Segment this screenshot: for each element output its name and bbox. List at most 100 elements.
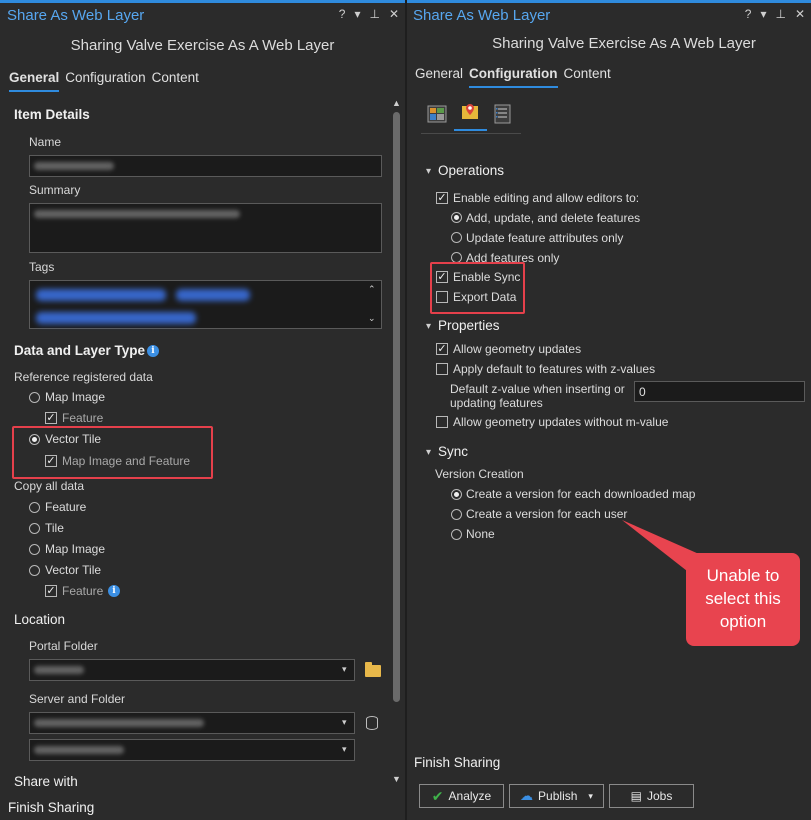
scrollbar-thumb[interactable] <box>393 112 400 702</box>
scroll-down-icon[interactable]: ▼ <box>392 774 401 784</box>
default-z-label-cont: updating features <box>450 396 543 410</box>
chevron-down-icon[interactable]: ▾ <box>342 664 347 675</box>
tab-configuration[interactable]: Configuration <box>65 70 145 92</box>
radio-copy-map-image[interactable] <box>29 544 40 555</box>
window-controls: ? ▾ ⊥ ✕ <box>339 7 399 21</box>
folder-icon[interactable] <box>365 662 381 677</box>
chevron-down-icon[interactable]: ▾ <box>588 791 593 802</box>
sync-heading: Sync <box>438 444 469 459</box>
right-titlebar: Share As Web Layer ? ▾ ⊥ ✕ <box>407 4 811 28</box>
copy-vector-tile-label: Vector Tile <box>45 563 102 577</box>
info-icon[interactable]: i <box>147 345 159 357</box>
portal-folder-select[interactable]: ▾ <box>29 659 355 681</box>
name-field[interactable] <box>29 155 382 177</box>
checkbox-enable-editing[interactable]: ✓ <box>436 192 448 204</box>
radio-version-none[interactable] <box>451 529 462 540</box>
pane-subtitle: Sharing Valve Exercise As A Web Layer <box>492 35 756 52</box>
left-share-pane: Share As Web Layer ? ▾ ⊥ ✕ Sharing Valve… <box>0 0 405 820</box>
server-select[interactable]: ▾ <box>29 712 355 734</box>
redacted-server <box>34 719 204 727</box>
redacted-name <box>34 162 114 170</box>
checkbox-allow-without-m[interactable] <box>436 416 448 428</box>
tab-general[interactable]: General <box>415 66 463 88</box>
pin-icon[interactable]: ⊥ <box>369 7 379 21</box>
radio-version-per-user[interactable] <box>451 509 462 520</box>
radio-version-per-map[interactable] <box>451 489 462 500</box>
tab-configuration[interactable]: Configuration <box>469 66 558 88</box>
server-folder-label: Server and Folder <box>29 692 126 706</box>
checkbox-ref-feature[interactable]: ✓ <box>45 412 57 424</box>
active-tool-underline <box>454 129 487 131</box>
publish-button[interactable]: ☁ Publish ▾ <box>509 784 604 808</box>
annotation-callout: Unable to select this option <box>686 553 800 646</box>
tags-label: Tags <box>29 260 55 274</box>
highlight-box <box>430 262 525 314</box>
chevron-down-icon[interactable]: ⌄ <box>368 313 376 324</box>
radio-copy-feature[interactable] <box>29 502 40 513</box>
help-icon[interactable]: ? <box>339 7 346 21</box>
ref-map-image-label: Map Image <box>45 390 106 404</box>
pin-icon[interactable]: ⊥ <box>775 7 785 21</box>
data-layer-type-heading: Data and Layer Type <box>14 343 146 358</box>
database-icon[interactable] <box>366 716 378 730</box>
help-icon[interactable]: ? <box>745 7 752 21</box>
tab-content[interactable]: Content <box>564 66 611 88</box>
close-icon[interactable]: ✕ <box>795 7 805 21</box>
left-titlebar: Share As Web Layer ? ▾ ⊥ ✕ <box>0 4 405 28</box>
chevron-down-icon[interactable]: ▾ <box>342 717 347 728</box>
allow-geometry-label: Allow geometry updates <box>453 342 582 356</box>
redacted-tag <box>176 289 250 301</box>
version-none-label: None <box>466 527 495 541</box>
copy-map-image-label: Map Image <box>45 542 106 556</box>
list-settings-icon[interactable] <box>492 103 514 125</box>
layers-icon[interactable] <box>426 103 448 125</box>
radio-update-attributes[interactable] <box>451 232 462 243</box>
radio-copy-tile[interactable] <box>29 523 40 534</box>
chevron-up-icon[interactable]: ⌃ <box>368 284 376 295</box>
summary-label: Summary <box>29 183 81 197</box>
chevron-down-icon[interactable]: ▾ <box>342 744 347 755</box>
radio-ref-map-image[interactable] <box>29 392 40 403</box>
feature-layer-icon[interactable] <box>459 101 481 123</box>
options-icon[interactable]: ▾ <box>760 7 766 21</box>
checkbox-allow-geometry[interactable]: ✓ <box>436 343 448 355</box>
radio-add-update-delete[interactable] <box>451 212 462 223</box>
scroll-up-icon[interactable]: ▲ <box>392 98 401 108</box>
tab-general[interactable]: General <box>9 70 60 92</box>
callout-line-1: Unable to <box>706 566 780 585</box>
default-z-input[interactable]: 0 <box>634 381 805 402</box>
chevron-down-icon[interactable]: ▾ <box>426 166 431 177</box>
options-icon[interactable]: ▾ <box>354 7 360 21</box>
finish-sharing-heading: Finish Sharing <box>414 755 501 770</box>
name-label: Name <box>29 135 62 149</box>
summary-field[interactable] <box>29 203 382 253</box>
jobs-button[interactable]: ▤ Jobs <box>609 784 694 808</box>
pane-accent-line <box>407 0 811 3</box>
radio-copy-vector-tile[interactable] <box>29 565 40 576</box>
callout-line-2: select this <box>705 589 781 608</box>
chevron-down-icon[interactable]: ▾ <box>426 447 431 458</box>
publish-label: Publish <box>538 789 578 803</box>
close-icon[interactable]: ✕ <box>389 7 399 21</box>
copy-feature-sub-label: Feature <box>62 584 104 598</box>
checkbox-copy-feature[interactable]: ✓ <box>45 585 57 597</box>
server-folder-select[interactable]: ▾ <box>29 739 355 761</box>
jobs-label: Jobs <box>646 789 673 803</box>
checkmark-icon: ✔ <box>431 787 444 804</box>
tab-bar: General Configuration Content <box>415 66 611 88</box>
checkbox-apply-default-z[interactable] <box>436 363 448 375</box>
analyze-button[interactable]: ✔ Analyze <box>419 784 504 808</box>
version-creation-label: Version Creation <box>435 467 524 481</box>
portal-folder-label: Portal Folder <box>29 639 98 653</box>
tab-bar: General Configuration Content <box>9 70 199 92</box>
pane-accent-line <box>0 0 405 3</box>
tab-content[interactable]: Content <box>152 70 199 92</box>
item-details-heading: Item Details <box>14 107 90 122</box>
chevron-down-icon[interactable]: ▾ <box>426 321 431 332</box>
right-share-pane: Share As Web Layer ? ▾ ⊥ ✕ Sharing Valve… <box>407 0 811 820</box>
info-icon[interactable]: i <box>108 585 120 597</box>
tags-field[interactable]: ⌃ ⌄ <box>29 280 382 329</box>
enable-editing-label: Enable editing and allow editors to: <box>453 191 640 205</box>
redacted-summary <box>34 210 240 218</box>
window-controls: ? ▾ ⊥ ✕ <box>745 7 805 21</box>
